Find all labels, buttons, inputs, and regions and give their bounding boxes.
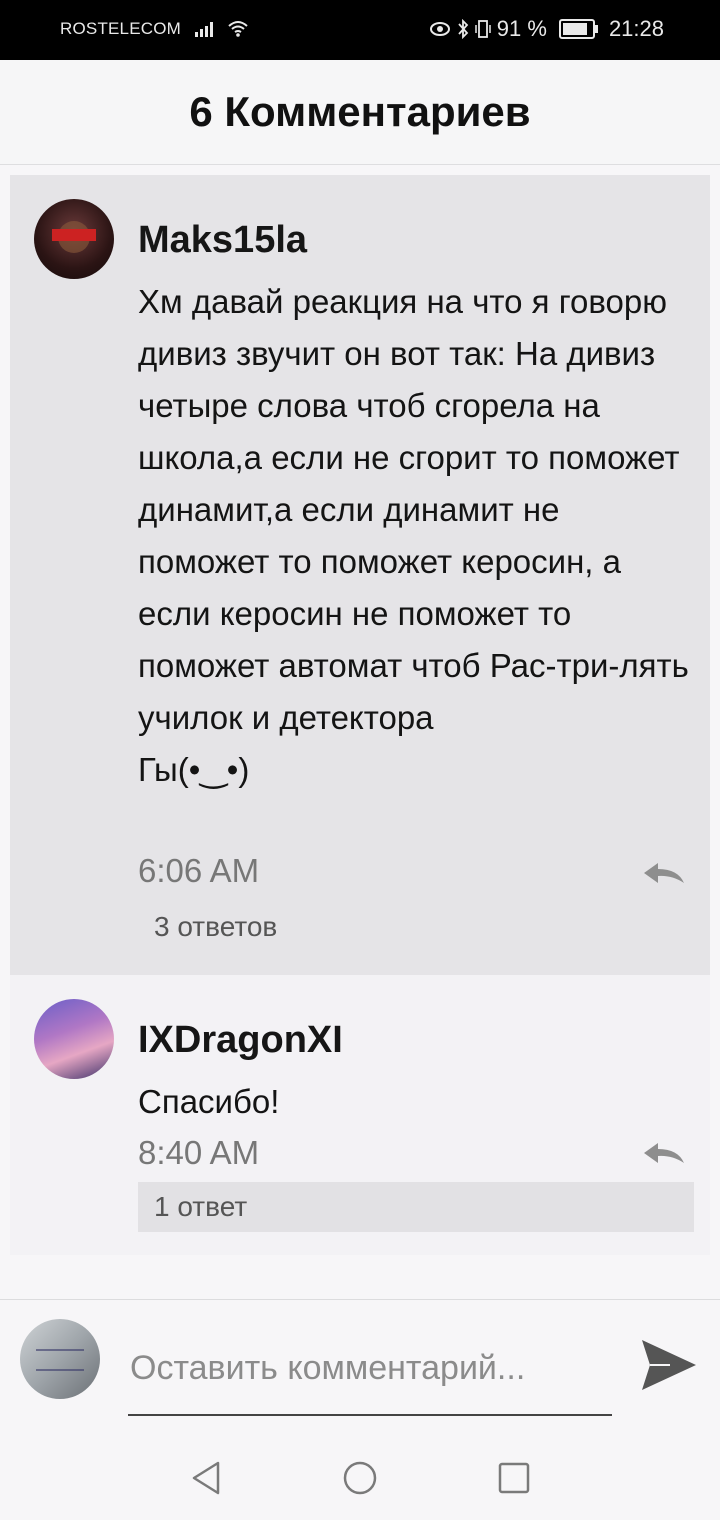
- back-icon[interactable]: [188, 1460, 224, 1496]
- signal-icon: [195, 21, 214, 37]
- comment-composer: [128, 1336, 616, 1416]
- eye-icon: [429, 22, 450, 36]
- status-left: ROSTELECOM: [60, 19, 249, 39]
- comment-item[interactable]: IXDragonXI Спасибо! 8:40 AM 1 ответ: [10, 975, 710, 1255]
- view-replies-button[interactable]: 1 ответ: [138, 1182, 694, 1232]
- reply-icon[interactable]: [642, 1141, 686, 1165]
- current-user-avatar: [20, 1319, 100, 1399]
- avatar[interactable]: [34, 999, 114, 1079]
- comment-input[interactable]: [128, 1336, 616, 1400]
- comments-header: 6 Комментариев: [0, 60, 720, 165]
- wifi-icon: [228, 21, 248, 37]
- reply-icon[interactable]: [642, 861, 686, 885]
- comment-text: Спасибо!: [138, 1083, 280, 1120]
- status-right: 91 % 21:28: [429, 16, 664, 42]
- status-bar: ROSTELECOM 91 % 21:28: [0, 0, 720, 60]
- vibrate-icon: [475, 20, 491, 38]
- battery-icon: [558, 19, 598, 39]
- clock: 21:28: [608, 16, 664, 41]
- view-replies-button[interactable]: 3 ответов: [138, 902, 293, 952]
- bluetooth-icon: [458, 19, 469, 39]
- comment-time: 8:40 AM: [138, 1134, 260, 1171]
- system-nav-bar: [0, 1430, 720, 1520]
- send-icon[interactable]: [640, 1338, 698, 1392]
- avatar-band: [52, 229, 96, 241]
- comment-item[interactable]: Maks15la Хм давай реакция на что я говор…: [10, 175, 710, 975]
- comment-text: Хм давай реакция на что я говорю дивиз з…: [138, 283, 689, 788]
- carrier-label: ROSTELECOM: [60, 19, 182, 38]
- avatar[interactable]: [34, 199, 114, 279]
- battery-percent: 91 %: [496, 16, 547, 41]
- composer-divider: [0, 1299, 720, 1300]
- comment-author[interactable]: Maks15la: [138, 219, 307, 262]
- comment-time: 6:06 AM: [138, 852, 260, 889]
- page-title: 6 Комментариев: [189, 88, 531, 135]
- comment-author[interactable]: IXDragonXI: [138, 1019, 343, 1062]
- recent-apps-icon[interactable]: [496, 1460, 532, 1496]
- home-icon[interactable]: [342, 1460, 378, 1496]
